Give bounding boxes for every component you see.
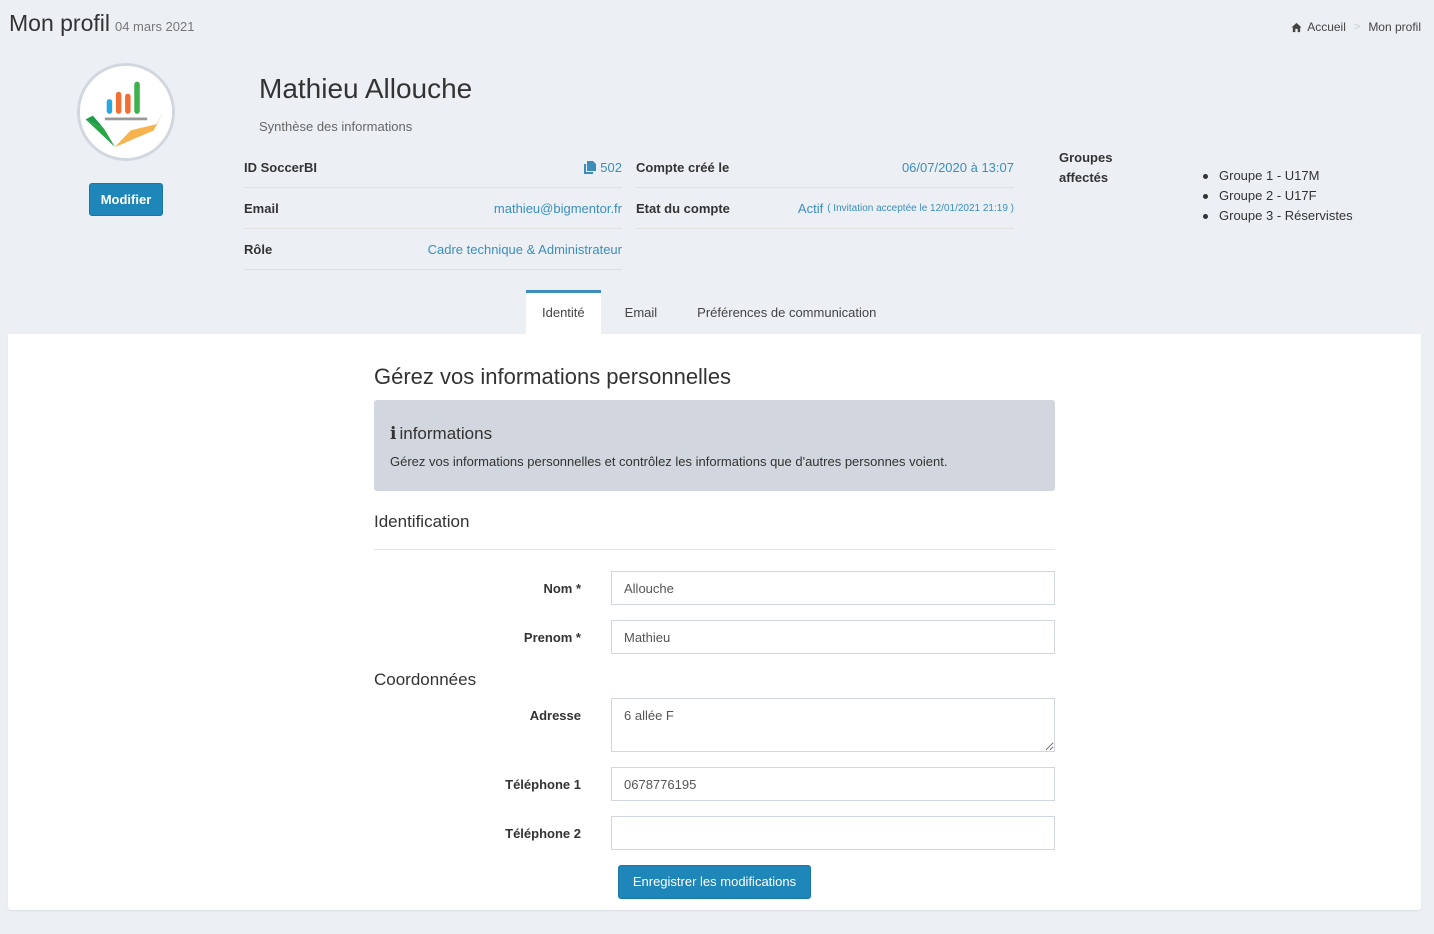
breadcrumb-separator: > bbox=[1353, 21, 1361, 33]
tel2-label: Téléphone 2 bbox=[505, 826, 581, 841]
tab-preferences[interactable]: Préférences de communication bbox=[673, 290, 892, 334]
info-row-role: Rôle Cadre technique & Administrateur bbox=[244, 229, 622, 270]
coordonnees-heading: Coordonnées bbox=[374, 670, 477, 689]
nom-label: Nom * bbox=[543, 581, 581, 596]
save-button[interactable]: Enregistrer les modifications bbox=[618, 865, 811, 899]
tab-identite[interactable]: Identité bbox=[526, 290, 601, 334]
page-title: Mon profil bbox=[9, 10, 110, 36]
info-icon: i bbox=[390, 424, 397, 444]
modify-button[interactable]: Modifier bbox=[89, 183, 163, 216]
tel1-label: Téléphone 1 bbox=[505, 777, 581, 792]
info-column-left: ID SoccerBI 502 Email mathieu@bigmentor.… bbox=[244, 147, 622, 270]
divider bbox=[374, 549, 1055, 550]
callout-title: i informations bbox=[390, 424, 1039, 444]
breadcrumb-current: Mon profil bbox=[1368, 20, 1421, 34]
tab-bar: Identité Email Préférences de communicat… bbox=[526, 290, 892, 334]
breadcrumb-home-link[interactable]: Accueil bbox=[1307, 20, 1346, 34]
group-item: Groupe 2 - U17F bbox=[1203, 186, 1353, 206]
info-label: ID SoccerBI bbox=[244, 159, 317, 175]
tel2-input[interactable] bbox=[611, 816, 1055, 850]
email-link[interactable]: mathieu@bigmentor.fr bbox=[494, 201, 622, 216]
group-item: Groupe 1 - U17M bbox=[1203, 166, 1353, 186]
tab-email[interactable]: Email bbox=[601, 290, 674, 334]
breadcrumb: Accueil > Mon profil bbox=[1291, 20, 1421, 34]
info-value: 502 bbox=[600, 159, 622, 175]
adresse-label: Adresse bbox=[529, 708, 581, 723]
info-row-created: Compte créé le 06/07/2020 à 13:07 bbox=[636, 147, 1014, 188]
created-value: 06/07/2020 à 13:07 bbox=[901, 159, 1014, 175]
status-note: ( Invitation acceptée le 12/01/2021 21:1… bbox=[827, 202, 1014, 214]
prenom-label: Prenom * bbox=[523, 630, 581, 645]
soccerbi-id-link[interactable]: 502 bbox=[584, 160, 622, 175]
groups-list: Groupe 1 - U17M Groupe 2 - U17F Groupe 3… bbox=[1203, 166, 1353, 226]
document-icon bbox=[584, 160, 597, 174]
callout-text: Gérez vos informations personnelles et c… bbox=[390, 454, 948, 469]
info-label: Email bbox=[244, 200, 279, 216]
info-label: Rôle bbox=[244, 241, 273, 257]
prenom-input[interactable] bbox=[611, 620, 1055, 654]
groups-label: Groupes affectés bbox=[1059, 150, 1113, 185]
group-item: Groupe 3 - Réservistes bbox=[1203, 206, 1353, 226]
tel1-input[interactable] bbox=[611, 767, 1055, 801]
page-header: Mon profil 04 mars 2021 bbox=[9, 10, 194, 37]
info-column-right: Compte créé le 06/07/2020 à 13:07 Etat d… bbox=[636, 147, 1014, 229]
info-row-status: Etat du compte Actif ( Invitation accept… bbox=[636, 188, 1014, 229]
adresse-input[interactable]: 6 allée F bbox=[611, 698, 1055, 752]
avatar bbox=[77, 63, 175, 161]
info-label: Etat du compte bbox=[636, 200, 730, 216]
home-icon bbox=[1291, 22, 1302, 32]
callout-title-text: informations bbox=[399, 424, 493, 443]
section-title: Gérez vos informations personnelles bbox=[374, 364, 732, 389]
nom-input[interactable] bbox=[611, 571, 1055, 605]
info-callout: i informations Gérez vos informations pe… bbox=[374, 400, 1055, 491]
account-status: Actif ( Invitation acceptée le 12/01/202… bbox=[798, 201, 1014, 216]
profile-subtitle: Synthèse des informations bbox=[259, 119, 413, 134]
info-label: Compte créé le bbox=[636, 159, 730, 175]
logo-chart-icon bbox=[80, 66, 172, 158]
info-row-id: ID SoccerBI 502 bbox=[244, 147, 622, 188]
status-value: Actif bbox=[797, 200, 824, 216]
identification-heading: Identification bbox=[374, 512, 470, 531]
profile-name: Mathieu Allouche bbox=[259, 73, 473, 104]
role-value: Cadre technique & Administrateur bbox=[427, 241, 622, 257]
info-row-email: Email mathieu@bigmentor.fr bbox=[244, 188, 622, 229]
page-date: 04 mars 2021 bbox=[114, 19, 195, 34]
